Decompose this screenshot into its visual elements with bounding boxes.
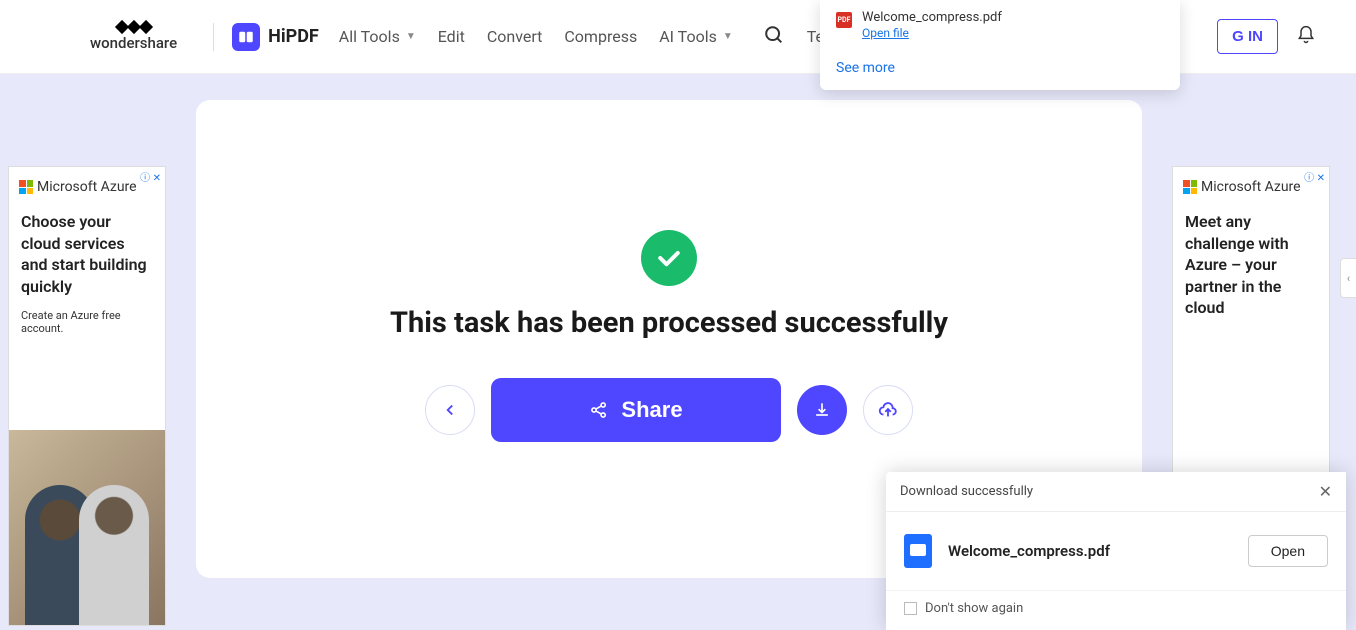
ad-headline: Choose your cloud services and start bui…	[9, 203, 165, 305]
adchoices-icon[interactable]: ⓘ ✕	[1304, 169, 1325, 184]
pdf-icon: PDF	[836, 12, 852, 28]
ad-headline: Meet any challenge with Azure – your par…	[1173, 203, 1329, 327]
ad-brand: Microsoft Azure	[37, 179, 137, 195]
nav-convert[interactable]: Convert	[487, 27, 543, 46]
back-button[interactable]	[425, 385, 475, 435]
search-button[interactable]	[763, 24, 785, 50]
toast-footer: Don't show again	[886, 590, 1346, 630]
side-collapse-tab[interactable]: ‹	[1340, 258, 1356, 298]
microsoft-icon	[1183, 180, 1197, 194]
microsoft-icon	[19, 180, 33, 194]
dont-show-label: Don't show again	[925, 601, 1023, 616]
download-button[interactable]	[797, 385, 847, 435]
nav-ai-tools[interactable]: AI Tools ▼	[659, 27, 733, 46]
notifications-button[interactable]	[1296, 24, 1316, 50]
nav-edit[interactable]: Edit	[438, 27, 465, 46]
cloud-upload-button[interactable]	[863, 385, 913, 435]
chevron-down-icon: ▼	[723, 31, 733, 42]
download-toast: Download successfully ✕ Welcome_compress…	[886, 472, 1346, 630]
browser-download-panel: PDF Welcome_compress.pdf Open file See m…	[820, 0, 1180, 90]
download-filename: Welcome_compress.pdf	[862, 10, 1002, 25]
toast-title: Download successfully	[900, 484, 1033, 499]
wondershare-label: wondershare	[90, 34, 177, 52]
ad-subtext: Create an Azure free account.	[9, 305, 165, 339]
ad-image	[9, 430, 165, 625]
adchoices-icon[interactable]: ⓘ ✕	[140, 169, 161, 184]
nav-all-tools[interactable]: All Tools ▼	[339, 27, 416, 46]
share-label: Share	[621, 397, 682, 423]
nav-all-tools-label: All Tools	[339, 27, 400, 46]
chevron-down-icon: ▼	[406, 31, 416, 42]
hipdf-icon	[232, 23, 260, 51]
toast-body: Welcome_compress.pdf Open	[886, 512, 1346, 590]
ad-left[interactable]: ⓘ ✕ Microsoft Azure Choose your cloud se…	[8, 166, 166, 626]
close-icon[interactable]: ✕	[1319, 482, 1332, 501]
wondershare-logo[interactable]: wondershare	[90, 22, 177, 52]
hipdf-logo[interactable]: HiPDF	[232, 23, 319, 51]
share-button[interactable]: Share	[491, 378, 781, 442]
success-check-icon	[641, 230, 697, 286]
toast-filename: Welcome_compress.pdf	[948, 542, 1232, 560]
download-item[interactable]: PDF Welcome_compress.pdf Open file	[836, 10, 1164, 40]
nav-ai-tools-label: AI Tools	[659, 27, 717, 46]
signin-button[interactable]: G IN	[1217, 19, 1278, 54]
toast-header: Download successfully ✕	[886, 472, 1346, 512]
success-title: This task has been processed successfull…	[390, 306, 948, 340]
wondershare-dots-icon	[117, 22, 151, 32]
see-more-link[interactable]: See more	[836, 60, 1164, 76]
file-icon	[904, 534, 932, 568]
ad-brand: Microsoft Azure	[1201, 179, 1301, 195]
action-row: Share	[425, 378, 913, 442]
dont-show-checkbox[interactable]	[904, 602, 917, 615]
nav-compress[interactable]: Compress	[564, 27, 637, 46]
hipdf-label: HiPDF	[268, 26, 319, 47]
divider	[213, 23, 214, 51]
open-file-link[interactable]: Open file	[862, 26, 1002, 40]
open-button[interactable]: Open	[1248, 535, 1328, 567]
